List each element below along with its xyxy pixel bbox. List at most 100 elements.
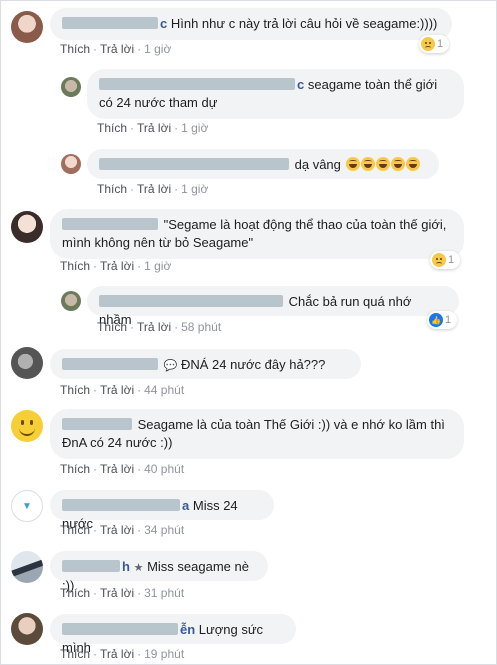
separator: ·	[174, 182, 179, 196]
reply-link[interactable]: Trả lời	[100, 42, 134, 56]
comment-actions: Thích · Trả lời · 1 giờ	[60, 259, 171, 273]
like-link[interactable]: Thích	[60, 259, 90, 273]
timestamp[interactable]: 1 giờ	[144, 42, 171, 56]
separator: ·	[93, 462, 98, 476]
reply-link[interactable]: Trả lời	[137, 121, 171, 135]
comment-actions: Thích · Trả lời · 34 phút	[60, 523, 184, 537]
separator: ·	[130, 182, 135, 196]
author-name-tail[interactable]: h	[122, 559, 130, 574]
reply-link[interactable]: Trả lời	[100, 383, 134, 397]
comment-bubble: c seagame toàn thể giới có 24 nước tham …	[87, 69, 464, 119]
reaction-count: 1	[445, 314, 452, 326]
timestamp[interactable]: 19 phút	[144, 647, 184, 661]
avatar[interactable]	[11, 551, 43, 583]
sad-reaction-icon	[421, 37, 435, 51]
separator: ·	[130, 320, 135, 334]
comment-bubble: ễn Lượng sức mình	[50, 614, 296, 655]
author-name-tail[interactable]: a	[182, 498, 189, 513]
avatar[interactable]	[61, 154, 81, 174]
separator: ·	[93, 523, 98, 537]
timestamp[interactable]: 44 phút	[144, 383, 184, 397]
smiley-avatar-icon[interactable]	[11, 410, 43, 442]
comment-bubble: "Segame là hoạt động thể thao của toàn t…	[50, 209, 464, 259]
timestamp[interactable]: 1 giờ	[181, 182, 208, 196]
blurred-name[interactable]	[99, 78, 295, 90]
comment-bubble: Chắc bả run quá nhớ nhầm	[87, 286, 459, 327]
avatar[interactable]	[11, 211, 43, 243]
reply-link[interactable]: Trả lời	[100, 259, 134, 273]
reply-link[interactable]: Trả lời	[100, 647, 134, 661]
separator: ·	[137, 586, 142, 600]
laughing-emoji-icon	[345, 157, 360, 171]
comment-text: ĐNÁ 24 nước đây hả???	[180, 357, 326, 372]
star-icon: ★	[133, 562, 144, 574]
separator: ·	[93, 586, 98, 600]
separator: ·	[137, 259, 142, 273]
avatar[interactable]	[11, 11, 43, 43]
blurred-name[interactable]	[99, 295, 283, 307]
laughing-emoji-icon	[360, 157, 375, 171]
timestamp[interactable]: 40 phút	[144, 462, 184, 476]
author-name-tail[interactable]: c	[297, 77, 304, 92]
separator: ·	[174, 121, 179, 135]
comment-actions: Thích · Trả lời · 58 phút	[97, 320, 221, 334]
blurred-name[interactable]	[62, 358, 158, 370]
like-link[interactable]: Thích	[60, 523, 90, 537]
separator: ·	[137, 42, 142, 56]
author-name-tail[interactable]: ễn	[180, 622, 195, 637]
separator: ·	[137, 647, 142, 661]
avatar[interactable]	[11, 347, 43, 379]
blurred-name[interactable]	[99, 158, 289, 170]
like-link[interactable]: Thích	[60, 42, 90, 56]
comment-actions: Thích · Trả lời · 1 giờ	[97, 182, 208, 196]
blurred-name[interactable]	[62, 623, 178, 635]
reply-link[interactable]: Trả lời	[100, 586, 134, 600]
timestamp[interactable]: 58 phút	[181, 320, 221, 334]
avatar[interactable]: ▼	[11, 490, 43, 522]
separator: ·	[174, 320, 179, 334]
sad-reaction-icon	[432, 253, 446, 267]
comment-actions: Thích · Trả lời · 19 phút	[60, 647, 184, 661]
reaction-summary[interactable]: 1	[430, 251, 460, 269]
reply-link[interactable]: Trả lời	[100, 462, 134, 476]
comment-bubble: dạ vâng	[87, 149, 439, 179]
comment-bubble: c Hình như c này trả lời câu hỏi về seag…	[50, 8, 452, 40]
author-name-tail[interactable]: c	[160, 16, 167, 31]
timestamp[interactable]: 34 phút	[144, 523, 184, 537]
like-link[interactable]: Thích	[97, 182, 127, 196]
like-link[interactable]: Thích	[60, 383, 90, 397]
like-link[interactable]: Thích	[97, 320, 127, 334]
reaction-summary[interactable]: 👍 1	[427, 311, 457, 329]
comment-actions: Thích · Trả lời · 40 phút	[60, 462, 184, 476]
comment-actions: Thích · Trả lời · 1 giờ	[97, 121, 208, 135]
like-link[interactable]: Thích	[60, 462, 90, 476]
timestamp[interactable]: 1 giờ	[144, 259, 171, 273]
blurred-name[interactable]	[62, 218, 158, 230]
blurred-name[interactable]	[62, 418, 132, 430]
separator: ·	[93, 383, 98, 397]
reply-link[interactable]: Trả lời	[100, 523, 134, 537]
comment-actions: Thích · Trả lời · 1 giờ	[60, 42, 171, 56]
reply-link[interactable]: Trả lời	[137, 320, 171, 334]
avatar[interactable]	[11, 613, 43, 645]
avatar[interactable]	[61, 291, 81, 311]
comment-bubble: Seagame là của toàn Thế Giới :)) và e nh…	[50, 409, 464, 459]
comment-bubble: 💬 ĐNÁ 24 nước đây hả???	[50, 349, 361, 379]
blurred-name[interactable]	[62, 560, 120, 572]
reply-link[interactable]: Trả lời	[137, 182, 171, 196]
like-link[interactable]: Thích	[60, 647, 90, 661]
separator: ·	[137, 462, 142, 476]
timestamp[interactable]: 31 phút	[144, 586, 184, 600]
reaction-count: 1	[437, 38, 444, 50]
like-link[interactable]: Thích	[60, 586, 90, 600]
blurred-name[interactable]	[62, 499, 180, 511]
avatar[interactable]	[61, 77, 81, 97]
comment-bubble: h ★ Miss seagame nè :))	[50, 551, 268, 593]
reaction-summary[interactable]: 1	[419, 35, 449, 53]
comment-text: dạ vâng	[294, 157, 341, 172]
reaction-count: 1	[448, 254, 455, 266]
like-link[interactable]: Thích	[97, 121, 127, 135]
laughing-emoji-icon	[390, 157, 405, 171]
timestamp[interactable]: 1 giờ	[181, 121, 208, 135]
blurred-name[interactable]	[62, 17, 158, 29]
